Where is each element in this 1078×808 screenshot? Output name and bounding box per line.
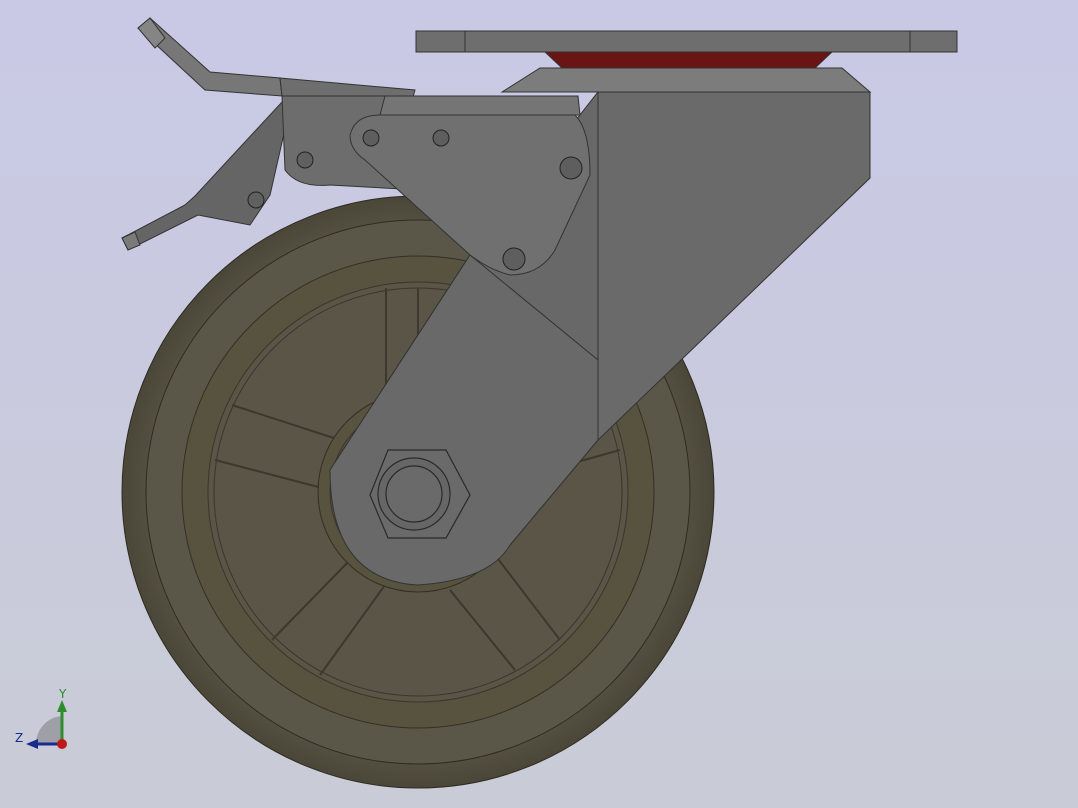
fork-bolt-4 [502,247,526,271]
fork-bolt-2 [432,129,450,147]
bearing-race [500,67,872,93]
triad-y-label: Y [59,687,67,701]
triad-z-label: Z [15,731,24,745]
triad-labels: Y Z [10,680,80,760]
brake-bolt-1 [296,151,314,169]
brake-bolt-2 [247,191,265,209]
fork-bolt-3 [559,156,583,180]
bearing-red [543,51,834,69]
fork-top-rim [379,95,581,116]
cad-viewport[interactable] [0,0,1078,808]
top-plate [415,30,958,53]
fork-bolt-1 [362,129,380,147]
axle-bolt-head [385,465,443,523]
